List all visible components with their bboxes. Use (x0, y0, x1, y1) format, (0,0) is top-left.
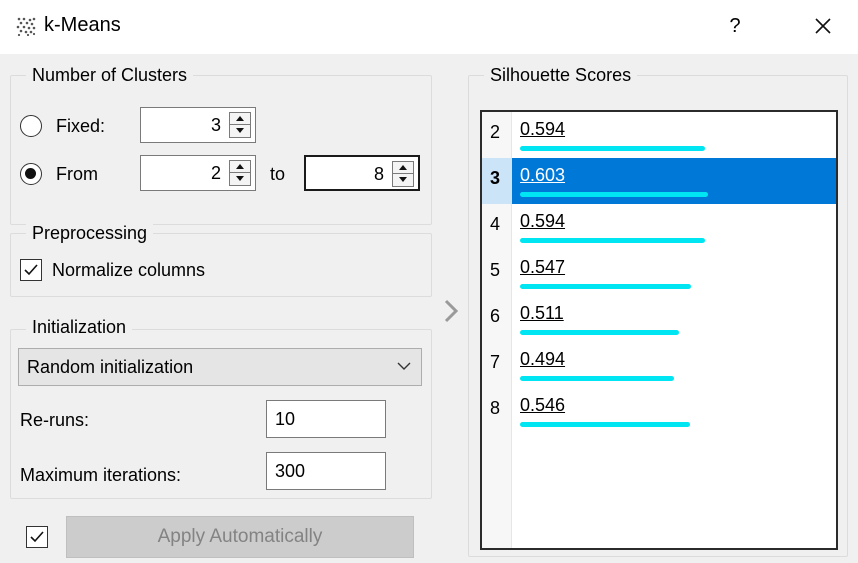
score-bar (520, 330, 679, 335)
list-item[interactable]: 5 0.547 (482, 250, 836, 296)
fixed-radio[interactable] (20, 115, 42, 137)
check-icon (24, 264, 38, 276)
silhouette-score: 0.594 (520, 119, 566, 139)
window-title: k-Means (44, 14, 121, 36)
list-item[interactable]: 7 0.494 (482, 342, 836, 388)
spin-up-icon[interactable] (393, 162, 413, 174)
auto-apply-checkbox[interactable] (26, 526, 48, 548)
silhouette-scores-title: Silhouette Scores (484, 64, 638, 86)
chevron-right-icon (444, 299, 459, 323)
normalize-label: Normalize columns (52, 260, 206, 280)
from-spinbox[interactable]: 2 (140, 155, 256, 191)
spin-down-icon[interactable] (230, 173, 250, 185)
cluster-count: 2 (490, 122, 501, 142)
silhouette-score: 0.494 (520, 349, 566, 369)
cluster-count: 8 (490, 398, 501, 418)
silhouette-score-list[interactable]: 2 0.594 3 0.603 4 0.594 5 0.547 6 0.511 7 0.494 8 0.5… (480, 110, 838, 550)
fixed-spinbox[interactable]: 3 (140, 107, 256, 143)
to-stepper[interactable] (392, 161, 414, 187)
normalize-checkbox[interactable] (20, 259, 42, 281)
spin-up-icon[interactable] (230, 161, 250, 173)
score-bar (520, 238, 705, 243)
fixed-label: Fixed: (56, 116, 106, 136)
list-item[interactable]: 2 0.594 (482, 112, 836, 158)
initialization-selected: Random initialization (27, 357, 194, 377)
cluster-count: 6 (490, 306, 501, 326)
dialog-content: Number of Clusters Fixed: 3 From 2 to 8 … (0, 54, 858, 563)
help-button[interactable]: ? (722, 11, 748, 41)
spin-up-icon[interactable] (230, 113, 250, 125)
to-spinbox[interactable]: 8 (304, 155, 420, 191)
reruns-label: Re-runs: (20, 410, 90, 430)
fixed-value: 3 (210, 115, 221, 135)
initialization-dropdown[interactable]: Random initialization (18, 348, 422, 386)
max-iterations-field[interactable]: 300 (266, 452, 386, 490)
reruns-value: 10 (275, 409, 296, 429)
reruns-field[interactable]: 10 (266, 400, 386, 438)
score-bar (520, 376, 674, 381)
from-radio[interactable] (20, 163, 42, 185)
silhouette-score: 0.546 (520, 395, 566, 415)
fixed-stepper[interactable] (229, 112, 251, 138)
silhouette-score: 0.603 (520, 165, 566, 185)
check-icon (30, 531, 44, 543)
apply-automatically-button[interactable]: Apply Automatically (66, 516, 414, 558)
score-bar (520, 146, 705, 151)
preprocessing-title: Preprocessing (26, 222, 154, 244)
from-label: From (56, 164, 98, 184)
list-item[interactable]: 4 0.594 (482, 204, 836, 250)
score-bar (520, 422, 690, 427)
silhouette-score: 0.547 (520, 257, 566, 277)
score-bar (520, 284, 691, 289)
from-stepper[interactable] (229, 160, 251, 186)
number-of-clusters-group (10, 75, 432, 225)
score-bar (520, 192, 708, 197)
max-iterations-label: Maximum iterations: (20, 465, 182, 485)
spin-down-icon[interactable] (230, 125, 250, 137)
cluster-count: 4 (490, 214, 501, 234)
close-icon[interactable] (808, 11, 838, 41)
to-value: 8 (373, 164, 384, 184)
silhouette-score: 0.511 (520, 303, 564, 323)
title-bar: k-Means ? (0, 0, 858, 54)
list-item[interactable]: 3 0.603 (482, 158, 836, 204)
from-value: 2 (210, 163, 221, 183)
cluster-count: 5 (490, 260, 501, 280)
number-of-clusters-title: Number of Clusters (26, 64, 194, 86)
silhouette-score: 0.594 (520, 211, 566, 231)
initialization-title: Initialization (26, 316, 133, 338)
kmeans-app-icon (16, 17, 36, 36)
cluster-count: 7 (490, 352, 501, 372)
max-iterations-value: 300 (275, 461, 306, 481)
list-item[interactable]: 8 0.546 (482, 388, 836, 434)
chevron-down-icon (397, 362, 411, 370)
spin-down-icon[interactable] (393, 174, 413, 186)
cluster-count: 3 (490, 168, 501, 188)
list-item[interactable]: 6 0.511 (482, 296, 836, 342)
to-label: to (270, 164, 286, 184)
